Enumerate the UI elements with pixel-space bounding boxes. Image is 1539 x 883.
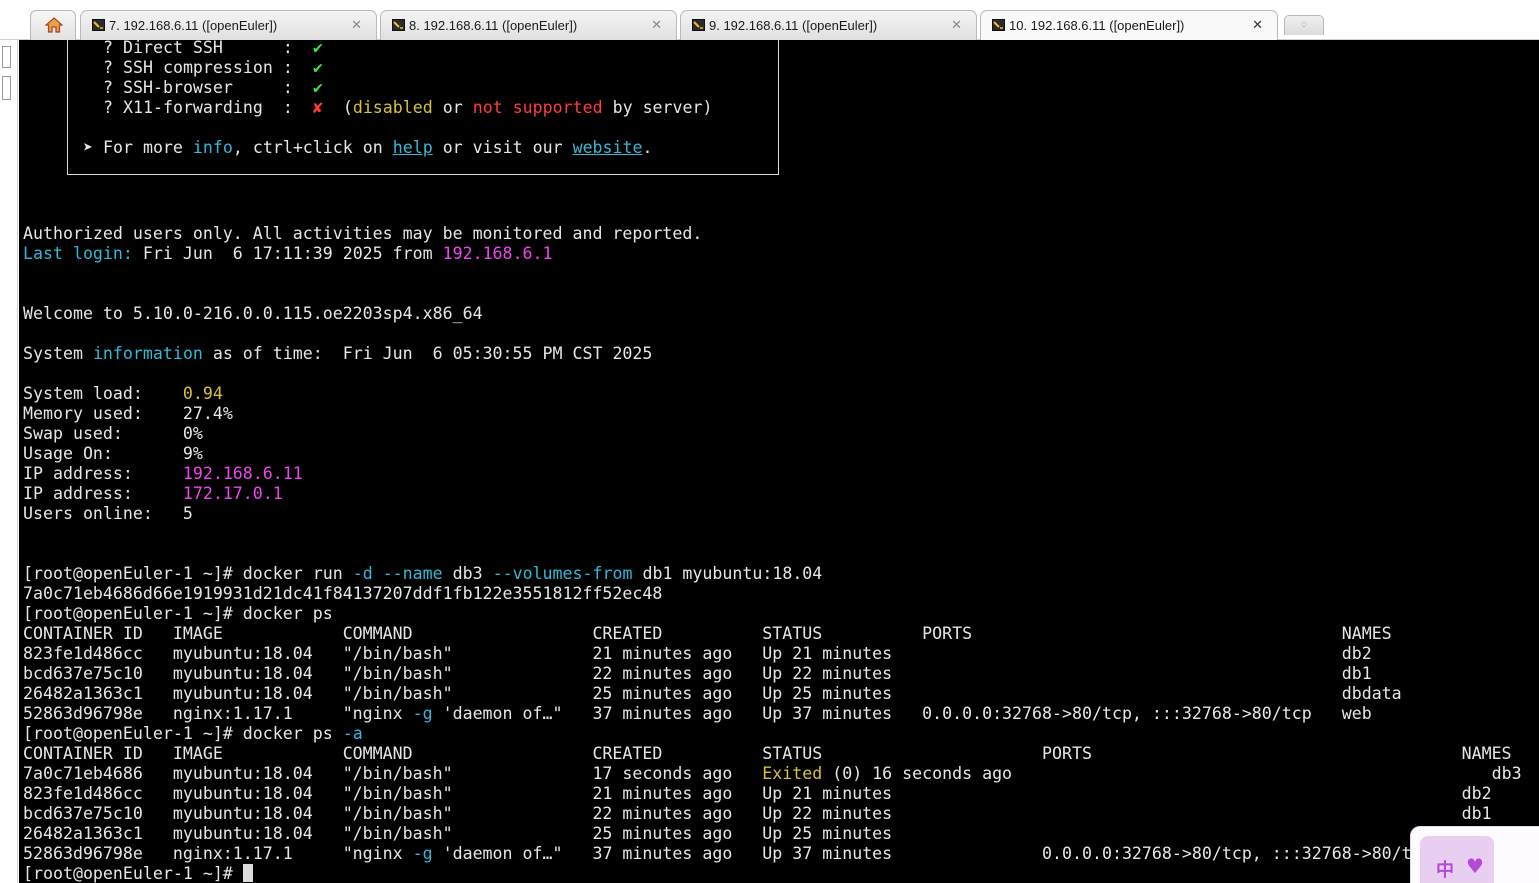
input-method-icon[interactable]: 中	[1436, 856, 1454, 882]
table-row: 823fe1d486cc myubuntu:18.04 "/bin/bash" …	[23, 644, 1372, 663]
check-icon: ✔	[312, 78, 323, 97]
shell-prompt: [root@openEuler-1 ~]#	[23, 564, 243, 583]
feature-line: ? SSH-browser : ✔	[103, 78, 323, 97]
last-login-line: Last login: Fri Jun 6 17:11:39 2025 from…	[23, 244, 553, 263]
tab-label: 7. 192.168.6.11 ([openEuler])	[109, 18, 278, 33]
cross-icon: ✘	[312, 98, 323, 117]
tab-label: 10. 192.168.6.11 ([openEuler])	[1009, 18, 1185, 33]
close-icon[interactable]: ✕	[951, 17, 962, 33]
container-id-output: 7a0c71eb4686d66e1919931d21dc41f84137207d…	[23, 584, 663, 603]
left-side-strip	[0, 40, 18, 883]
terminal-output[interactable]: ? Direct SSH : ✔ ? SSH compression : ✔ ?…	[19, 40, 1539, 883]
shell-prompt: [root@openEuler-1 ~]#	[23, 724, 243, 743]
command-line: [root@openEuler-1 ~]# docker ps	[23, 604, 333, 623]
table-header: CONTAINER ID IMAGE COMMAND CREATED STATU…	[23, 624, 1392, 643]
terminal-session-icon	[992, 19, 1005, 31]
help-link[interactable]: help	[393, 138, 433, 157]
close-icon[interactable]: ✕	[1252, 17, 1263, 33]
tab-session-8[interactable]: 8. 192.168.6.11 ([openEuler]) ✕	[380, 10, 677, 40]
table-row: 26482a1363c1 myubuntu:18.04 "/bin/bash" …	[23, 684, 1402, 703]
side-marker	[2, 76, 11, 100]
stat-memory-used: Memory used: 27.4%	[23, 404, 233, 423]
table-row: bcd637e75c10 myubuntu:18.04 "/bin/bash" …	[23, 664, 1372, 683]
tab-session-7[interactable]: 7. 192.168.6.11 ([openEuler]) ✕	[80, 10, 377, 40]
command-line[interactable]: [root@openEuler-1 ~]#	[23, 864, 253, 883]
tab-session-9[interactable]: 9. 192.168.6.11 ([openEuler]) ✕	[680, 10, 977, 40]
table-row: 823fe1d486cc myubuntu:18.04 "/bin/bash" …	[23, 784, 1492, 803]
feature-line: ? Direct SSH : ✔	[103, 40, 323, 57]
close-icon[interactable]: ✕	[651, 17, 662, 33]
more-info-line: ➤ For more info, ctrl+click on help or v…	[83, 138, 653, 157]
tab-label: 8. 192.168.6.11 ([openEuler])	[409, 18, 578, 33]
home-icon	[45, 17, 63, 33]
welcome-banner-box: ? Direct SSH : ✔ ? SSH compression : ✔ ?…	[67, 40, 779, 175]
command-line: [root@openEuler-1 ~]# docker ps -a	[23, 724, 363, 743]
side-marker	[2, 46, 11, 68]
table-header: CONTAINER ID IMAGE COMMAND CREATED STATU…	[23, 744, 1512, 763]
terminal-session-icon	[692, 19, 705, 31]
table-row: 26482a1363c1 myubuntu:18.04 "/bin/bash" …	[23, 824, 893, 843]
table-row: 52863d96798e nginx:1.17.1 "nginx -g 'dae…	[23, 844, 1412, 863]
home-tab[interactable]	[30, 10, 76, 40]
shell-prompt: [root@openEuler-1 ~]#	[23, 604, 243, 623]
stat-ip-address: IP address: 192.168.6.11	[23, 464, 303, 483]
arrow-icon: ➤	[83, 138, 93, 157]
table-row: 7a0c71eb4686 myubuntu:18.04 "/bin/bash" …	[23, 764, 1522, 783]
close-icon[interactable]: ✕	[351, 17, 362, 33]
feature-line: ? X11-forwarding : ✘ (disabled or not su…	[103, 98, 713, 117]
command-line: [root@openEuler-1 ~]# docker run -d --na…	[23, 564, 823, 583]
stat-usage-on: Usage On: 9%	[23, 444, 203, 463]
authorized-notice: Authorized users only. All activities ma…	[23, 224, 703, 243]
feature-line: ? SSH compression : ✔	[103, 58, 323, 77]
new-tab-button[interactable]: ◌	[1284, 15, 1324, 35]
check-icon: ✔	[312, 58, 323, 77]
widget-panel: 中 ♥	[1420, 836, 1494, 883]
table-row: bcd637e75c10 myubuntu:18.04 "/bin/bash" …	[23, 804, 1492, 823]
terminal-session-icon	[92, 19, 105, 31]
tab-bar: 7. 192.168.6.11 ([openEuler]) ✕ 8. 192.1…	[0, 0, 1539, 41]
text-cursor	[242, 864, 253, 882]
check-icon: ✔	[312, 40, 323, 57]
stat-users-online: Users online: 5	[23, 504, 193, 523]
stat-swap-used: Swap used: 0%	[23, 424, 203, 443]
tab-session-10[interactable]: 10. 192.168.6.11 ([openEuler]) ✕	[980, 10, 1278, 41]
shell-prompt: [root@openEuler-1 ~]#	[23, 864, 243, 883]
website-link[interactable]: website	[573, 138, 643, 157]
stat-ip-address: IP address: 172.17.0.1	[23, 484, 283, 503]
stat-system-load: System load: 0.94	[23, 384, 223, 403]
heart-icon[interactable]: ♥	[1466, 854, 1484, 878]
sysinfo-line: System information as of time: Fri Jun 6…	[23, 344, 653, 363]
tab-label: 9. 192.168.6.11 ([openEuler])	[709, 18, 878, 33]
welcome-line: Welcome to 5.10.0-216.0.0.115.oe2203sp4.…	[23, 304, 483, 323]
info-link[interactable]: info	[193, 138, 233, 157]
table-row: 52863d96798e nginx:1.17.1 "nginx -g 'dae…	[23, 704, 1372, 723]
terminal-session-icon	[392, 19, 405, 31]
floating-input-widget[interactable]: 中 ♥	[1410, 826, 1539, 883]
new-tab-icon: ◌	[1301, 19, 1307, 30]
